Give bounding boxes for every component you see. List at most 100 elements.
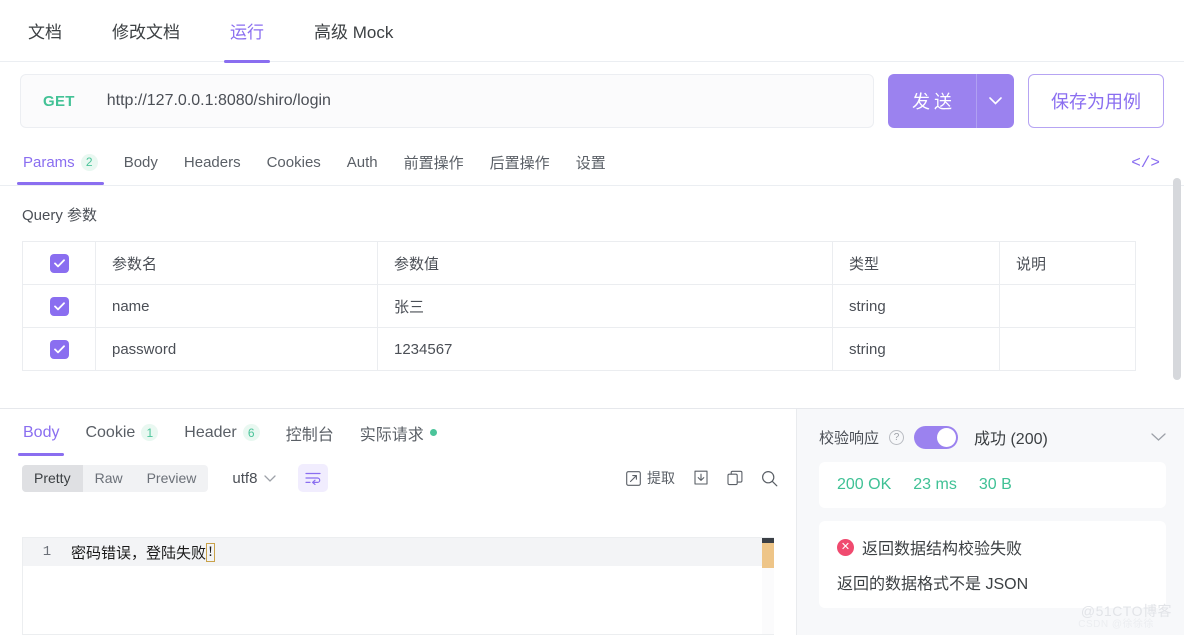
response-tab-console[interactable]: 控制台 xyxy=(285,408,335,459)
response-body-editor[interactable]: 1 密码错误，登陆失败! xyxy=(22,537,774,635)
request-tab-settings[interactable]: 设置 xyxy=(575,140,607,186)
verify-response-toggle[interactable] xyxy=(914,425,959,449)
request-tab-bar: Params 2 Body Headers Cookies Auth 前置操作 … xyxy=(0,140,1184,186)
send-dropdown-button[interactable] xyxy=(976,74,1014,128)
top-tab-run[interactable]: 运行 xyxy=(224,0,270,63)
code-brackets-icon[interactable]: </> xyxy=(1121,150,1170,176)
response-section: Body Cookie 1 Header 6 控制台 实际请求 Pretty R… xyxy=(0,408,1184,635)
row-checkbox[interactable] xyxy=(49,296,69,316)
row-param-value[interactable]: 张三 xyxy=(377,284,833,328)
select-all-checkbox[interactable] xyxy=(49,253,69,273)
download-button[interactable] xyxy=(693,470,709,486)
row-checkbox-cell[interactable] xyxy=(22,284,96,328)
row-param-name[interactable]: name xyxy=(95,284,378,328)
extract-button[interactable]: 提取 xyxy=(626,468,675,488)
response-time: 23 ms xyxy=(913,476,957,493)
row-checkbox-cell[interactable] xyxy=(22,327,96,371)
response-body-text: 密码错误，登陆失败 xyxy=(71,545,207,562)
response-tab-label: 控制台 xyxy=(285,426,334,444)
header-checkbox-cell[interactable] xyxy=(22,241,96,285)
request-tab-label: 设置 xyxy=(575,154,606,172)
response-size: 30 B xyxy=(978,476,1012,493)
row-checkbox[interactable] xyxy=(49,339,69,359)
editor-scroll-thumb[interactable] xyxy=(762,538,774,543)
response-body-toolbar: Pretty Raw Preview utf8 提取 xyxy=(0,457,796,499)
text-wrap-icon[interactable] xyxy=(298,464,329,492)
response-toolbar-actions: 提取 xyxy=(626,468,778,488)
line-number: 1 xyxy=(42,544,52,560)
validation-error-card: ✕ 返回数据结构校验失败 返回的数据格式不是 JSON xyxy=(819,521,1166,608)
response-tab-body[interactable]: Body xyxy=(17,411,65,456)
row-param-type[interactable]: string xyxy=(832,284,1000,328)
request-tab-auth[interactable]: Auth xyxy=(346,142,379,184)
verify-collapse-button[interactable] xyxy=(1151,428,1166,446)
header-param-desc[interactable]: 说明 xyxy=(999,241,1136,285)
request-tab-params[interactable]: Params 2 xyxy=(17,142,104,185)
response-tab-actual-request[interactable]: 实际请求 xyxy=(359,408,438,459)
top-tab-advanced-mock[interactable]: 高级 Mock xyxy=(312,0,395,62)
url-bar: GET http://127.0.0.1:8080/shiro/login 发送… xyxy=(0,62,1184,140)
query-params-section: Query 参数 参数名 参数值 类型 说明 name 张三 string pa… xyxy=(0,186,1184,371)
request-pane-scrollbar[interactable] xyxy=(1173,178,1181,380)
url-input-box[interactable]: GET http://127.0.0.1:8080/shiro/login xyxy=(20,74,874,128)
top-tab-edit-doc[interactable]: 修改文档 xyxy=(110,0,182,62)
response-validation-pane: 校验响应 ? 成功 (200) 200 OK 23 ms 30 B ✕ 返回数据… xyxy=(797,409,1184,635)
top-tab-label: 修改文档 xyxy=(112,22,180,42)
response-body-pane: Body Cookie 1 Header 6 控制台 实际请求 Pretty R… xyxy=(0,409,797,635)
row-param-desc[interactable] xyxy=(999,284,1136,328)
view-mode-raw[interactable]: Raw xyxy=(83,465,135,492)
response-tab-header[interactable]: Header 6 xyxy=(183,411,260,456)
header-param-name[interactable]: 参数名 xyxy=(95,241,378,285)
search-button[interactable] xyxy=(761,470,778,487)
help-circle-icon[interactable]: ? xyxy=(889,429,905,445)
encoding-value: utf8 xyxy=(232,469,258,487)
send-button[interactable]: 发送 xyxy=(888,74,976,128)
response-stats: 200 OK 23 ms 30 B xyxy=(837,476,1148,494)
status-dot-icon xyxy=(429,429,437,436)
top-tab-doc[interactable]: 文档 xyxy=(26,0,64,62)
request-tab-label: 后置操作 xyxy=(489,154,550,172)
table-row: password 1234567 string xyxy=(22,327,1136,371)
request-tab-label: Cookies xyxy=(266,153,321,171)
table-header-row: 参数名 参数值 类型 说明 xyxy=(22,241,1136,285)
row-param-value[interactable]: 1234567 xyxy=(377,327,833,371)
view-mode-preview[interactable]: Preview xyxy=(135,465,209,492)
request-tab-label: 前置操作 xyxy=(403,154,464,172)
request-tab-headers[interactable]: Headers xyxy=(183,142,242,184)
save-as-case-button[interactable]: 保存为用例 xyxy=(1028,74,1164,128)
query-params-table: 参数名 参数值 类型 说明 name 张三 string password 12… xyxy=(22,241,1136,371)
copy-icon xyxy=(727,470,743,486)
editor-line: 1 密码错误，登陆失败! xyxy=(23,538,774,566)
api-client-window: 文档 修改文档 运行 高级 Mock GET http://127.0.0.1:… xyxy=(0,0,1184,635)
text-wrap-glyph xyxy=(305,472,322,485)
top-tab-label: 运行 xyxy=(230,22,264,42)
copy-button[interactable] xyxy=(727,470,743,486)
check-icon xyxy=(53,344,65,353)
row-param-name[interactable]: password xyxy=(95,327,378,371)
query-params-title: Query 参数 xyxy=(22,207,98,224)
validation-error-title: 返回数据结构校验失败 xyxy=(862,541,1023,558)
request-tab-pre-operation[interactable]: 前置操作 xyxy=(403,140,465,186)
header-param-value[interactable]: 参数值 xyxy=(377,241,833,285)
top-tab-bar: 文档 修改文档 运行 高级 Mock xyxy=(0,0,1184,63)
request-tab-label: Headers xyxy=(183,153,241,171)
row-param-desc[interactable] xyxy=(1000,328,1136,371)
http-method[interactable]: GET xyxy=(43,93,75,110)
request-tab-body[interactable]: Body xyxy=(123,142,159,184)
check-icon xyxy=(53,258,65,267)
top-tab-label: 高级 Mock xyxy=(314,22,394,42)
view-mode-pretty[interactable]: Pretty xyxy=(22,464,83,492)
search-icon xyxy=(761,470,778,486)
request-tab-label: Auth xyxy=(346,153,378,171)
view-mode-group: Pretty Raw Preview xyxy=(22,464,209,492)
url-input[interactable]: http://127.0.0.1:8080/shiro/login xyxy=(107,92,331,110)
chevron-down-icon xyxy=(264,474,277,482)
encoding-select[interactable]: utf8 xyxy=(232,469,277,487)
request-tab-post-operation[interactable]: 后置操作 xyxy=(489,140,551,186)
params-count-badge: 2 xyxy=(80,153,98,171)
request-tab-cookies[interactable]: Cookies xyxy=(266,142,322,184)
response-tab-cookie[interactable]: Cookie 1 xyxy=(84,411,159,456)
row-param-type[interactable]: string xyxy=(832,327,1000,371)
header-param-type[interactable]: 类型 xyxy=(832,241,1000,285)
editor-scroll-track[interactable] xyxy=(762,538,774,634)
